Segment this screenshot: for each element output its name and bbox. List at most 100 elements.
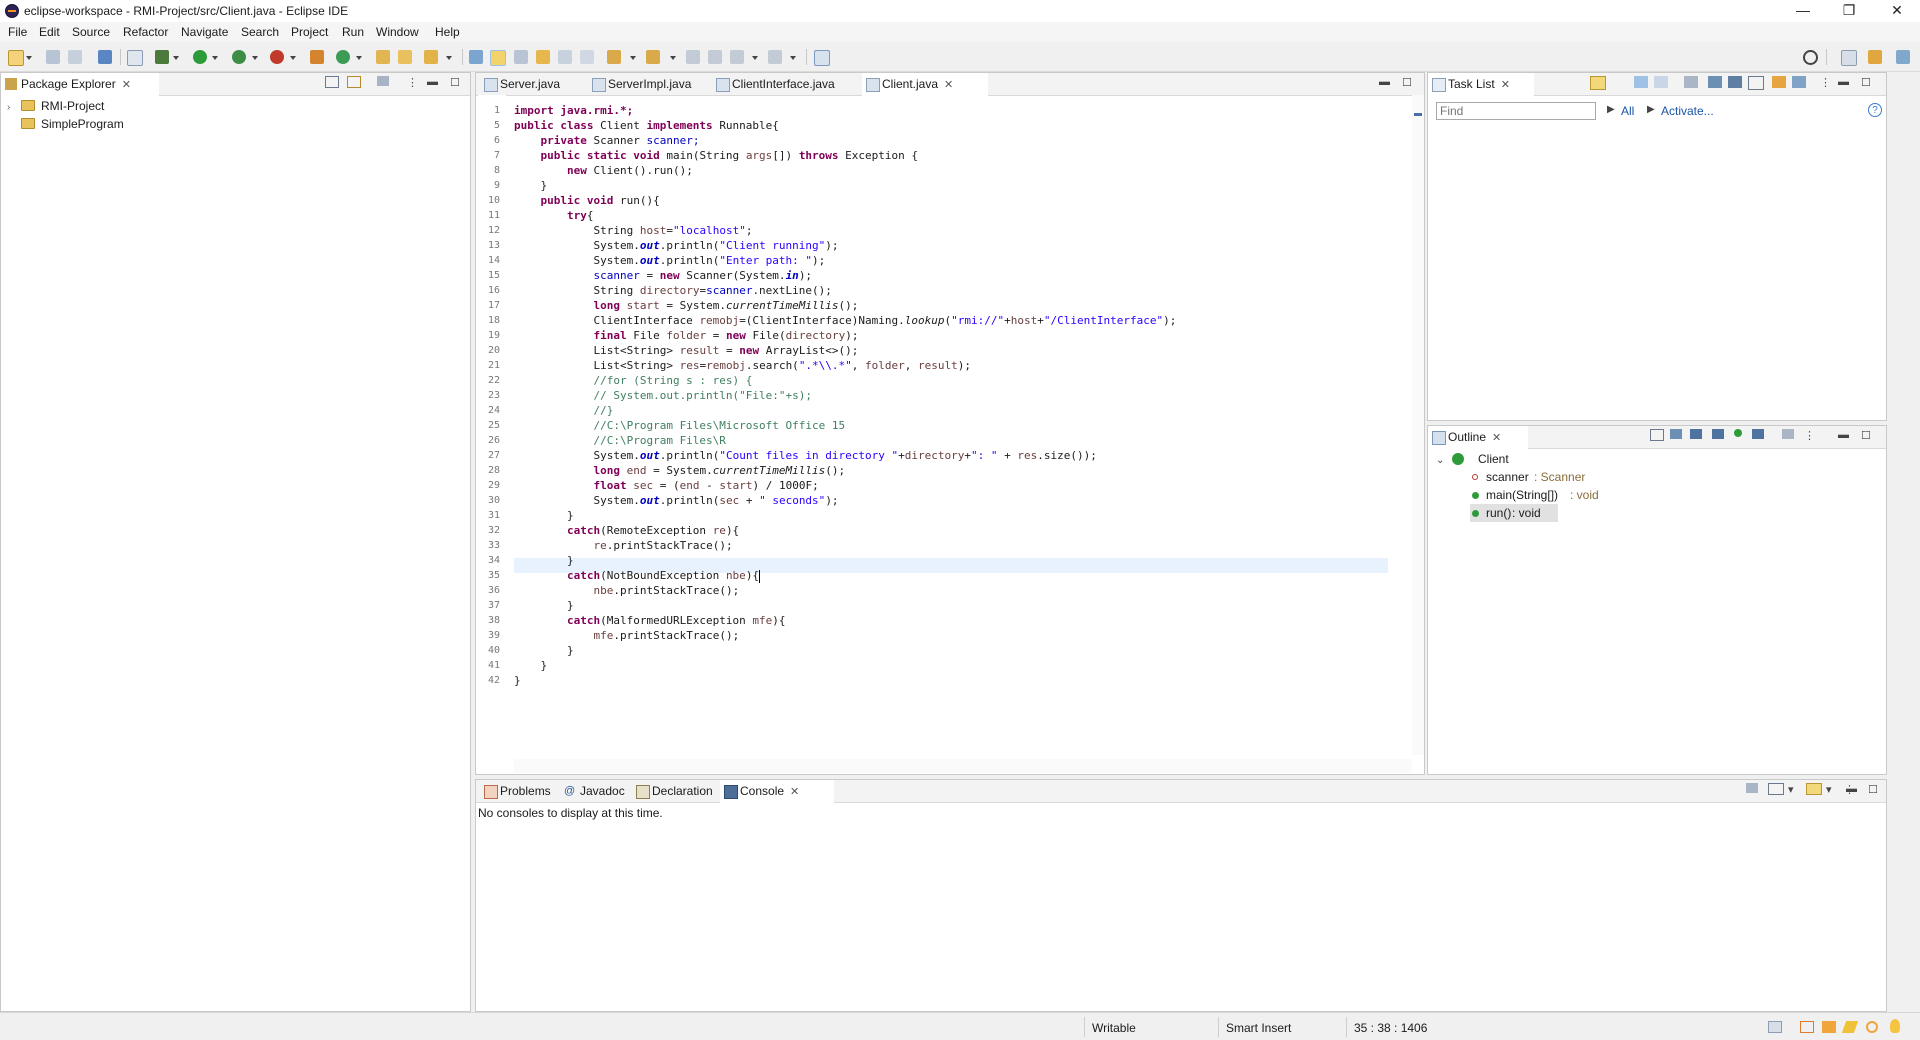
close-icon[interactable]: ✕ xyxy=(122,79,131,91)
tree-item-rmi-project[interactable]: › RMI-Project xyxy=(7,97,104,115)
back-icon[interactable] xyxy=(730,50,744,64)
close-icon[interactable]: ✕ xyxy=(790,786,799,798)
outline-member-run[interactable]: run() : void xyxy=(1470,504,1558,522)
focus-icon[interactable] xyxy=(1684,76,1698,88)
debug-dropdown-icon[interactable] xyxy=(173,56,179,60)
last-edit-location-icon[interactable] xyxy=(686,50,700,64)
view-menu-icon[interactable]: ⋮ xyxy=(1804,429,1815,442)
tab-console[interactable]: Console ✕ xyxy=(720,780,834,804)
skip-breakpoints-icon[interactable] xyxy=(127,50,143,66)
chevron-down-icon[interactable]: ▾ xyxy=(1826,783,1832,796)
new-class-dropdown-icon[interactable] xyxy=(356,56,362,60)
tab-client-java[interactable]: Client.java ✕ xyxy=(862,73,988,97)
collapse-all-icon[interactable] xyxy=(325,76,339,88)
insert-mode-status[interactable]: Smart Insert xyxy=(1226,1021,1291,1035)
minimize-button[interactable]: — xyxy=(1780,0,1826,22)
scheduled-icon[interactable] xyxy=(1654,76,1668,88)
forward-dropdown-icon[interactable] xyxy=(790,56,796,60)
collapse-all-icon[interactable] xyxy=(1748,76,1764,90)
save-all-icon[interactable] xyxy=(68,50,82,64)
close-icon[interactable]: ✕ xyxy=(944,79,953,91)
task-find-input[interactable] xyxy=(1436,102,1596,120)
hide-static-icon[interactable] xyxy=(1712,429,1724,439)
display-console-icon[interactable] xyxy=(1768,783,1784,795)
forward-history-icon[interactable] xyxy=(708,50,722,64)
minimize-view-icon[interactable]: ▬ xyxy=(1846,783,1857,795)
maximize-view-icon[interactable]: ☐ xyxy=(1402,76,1412,89)
menu-run[interactable]: Run xyxy=(342,25,364,39)
maximize-view-icon[interactable]: ☐ xyxy=(450,76,460,89)
restore-button[interactable]: ❐ xyxy=(1826,0,1872,22)
outline-class-client[interactable]: ⌄ Client xyxy=(1436,450,1509,468)
tips-icon[interactable] xyxy=(1841,1021,1859,1033)
tab-serverimpl-java[interactable]: ServerImpl.java xyxy=(588,73,718,95)
run-icon[interactable] xyxy=(193,50,207,64)
maximize-view-icon[interactable]: ☐ xyxy=(1868,783,1878,796)
previous-annotation-dropdown-icon[interactable] xyxy=(670,56,676,60)
menu-edit[interactable]: Edit xyxy=(39,25,60,39)
java-ee-perspective-icon[interactable] xyxy=(1868,50,1882,64)
menu-help[interactable]: Help xyxy=(435,25,460,39)
menu-source[interactable]: Source xyxy=(72,25,110,39)
activate-link[interactable]: Activate... xyxy=(1661,104,1714,118)
new-dropdown-icon[interactable] xyxy=(26,56,32,60)
overview-marker[interactable] xyxy=(1414,113,1422,116)
new-class-icon[interactable] xyxy=(336,50,350,64)
maximize-view-icon[interactable]: ☐ xyxy=(1861,76,1871,89)
next-annotation-icon[interactable] xyxy=(607,50,621,64)
help-icon[interactable]: ? xyxy=(1868,103,1882,117)
minimize-view-icon[interactable]: ▬ xyxy=(1379,76,1390,88)
external-tools-dropdown-icon[interactable] xyxy=(290,56,296,60)
vertical-scrollbar[interactable] xyxy=(1412,95,1424,755)
hide-nonpublic-icon[interactable] xyxy=(1734,429,1742,437)
code-area[interactable]: import java.rmi.*; public class Client i… xyxy=(514,103,1390,688)
tab-outline[interactable]: Outline ✕ xyxy=(1428,426,1528,450)
expand-icon[interactable]: ⌄ xyxy=(1436,455,1444,466)
new-java-project-icon[interactable] xyxy=(310,50,324,64)
horizontal-scrollbar[interactable] xyxy=(514,759,1412,773)
show-only-icon[interactable] xyxy=(1728,76,1742,88)
categorized-icon[interactable] xyxy=(1634,76,1648,88)
progress-icon[interactable] xyxy=(1768,1021,1782,1033)
minimize-view-icon[interactable]: ▬ xyxy=(1838,76,1849,88)
maximize-view-icon[interactable]: ☐ xyxy=(1861,429,1871,442)
tutorials-icon[interactable] xyxy=(1822,1021,1836,1033)
all-link[interactable]: All xyxy=(1621,104,1634,118)
back-dropdown-icon[interactable] xyxy=(752,56,758,60)
open-perspective-icon[interactable] xyxy=(1841,50,1857,66)
link-icon[interactable] xyxy=(1792,76,1806,88)
search-icon[interactable] xyxy=(1803,50,1818,65)
toggle-highlight-icon[interactable] xyxy=(490,50,506,66)
coverage-icon[interactable] xyxy=(232,50,246,64)
menu-project[interactable]: Project xyxy=(291,25,328,39)
java-perspective-icon[interactable] xyxy=(1896,50,1910,64)
new-task-icon[interactable] xyxy=(1590,76,1606,90)
sort-icon[interactable] xyxy=(1670,429,1682,439)
focus-icon[interactable] xyxy=(1782,429,1794,439)
open-type-icon[interactable] xyxy=(376,50,390,64)
save-icon[interactable] xyxy=(46,50,60,64)
previous-annotation-icon[interactable] xyxy=(646,50,660,64)
tab-task-list[interactable]: Task List ✕ xyxy=(1428,73,1534,97)
hide-fields-icon[interactable] xyxy=(1690,429,1702,439)
toggle-breadcrumb-icon[interactable] xyxy=(558,50,572,64)
menu-file[interactable]: File xyxy=(8,25,27,39)
block-selection-icon[interactable] xyxy=(536,50,550,64)
search-tool-icon[interactable] xyxy=(424,50,438,64)
close-icon[interactable]: ✕ xyxy=(1492,432,1501,444)
toggle-mark-occurrences-icon[interactable] xyxy=(469,50,483,64)
pin-console-icon[interactable] xyxy=(1746,783,1758,793)
menu-navigate[interactable]: Navigate xyxy=(181,25,228,39)
open-task-icon[interactable] xyxy=(398,50,412,64)
filters-icon[interactable] xyxy=(377,76,389,86)
forward-icon[interactable] xyxy=(768,50,782,64)
menu-window[interactable]: Window xyxy=(376,25,419,39)
tab-server-java[interactable]: Server.java xyxy=(480,73,600,95)
minimize-view-icon[interactable]: ▬ xyxy=(1838,429,1849,441)
link-with-editor-icon[interactable] xyxy=(347,76,361,88)
hide-completed-icon[interactable] xyxy=(1708,76,1722,88)
next-annotation-dropdown-icon[interactable] xyxy=(630,56,636,60)
updates-icon[interactable] xyxy=(1866,1021,1878,1033)
synchronize-icon[interactable] xyxy=(1772,76,1786,88)
collapse-all-icon[interactable] xyxy=(1650,429,1664,441)
